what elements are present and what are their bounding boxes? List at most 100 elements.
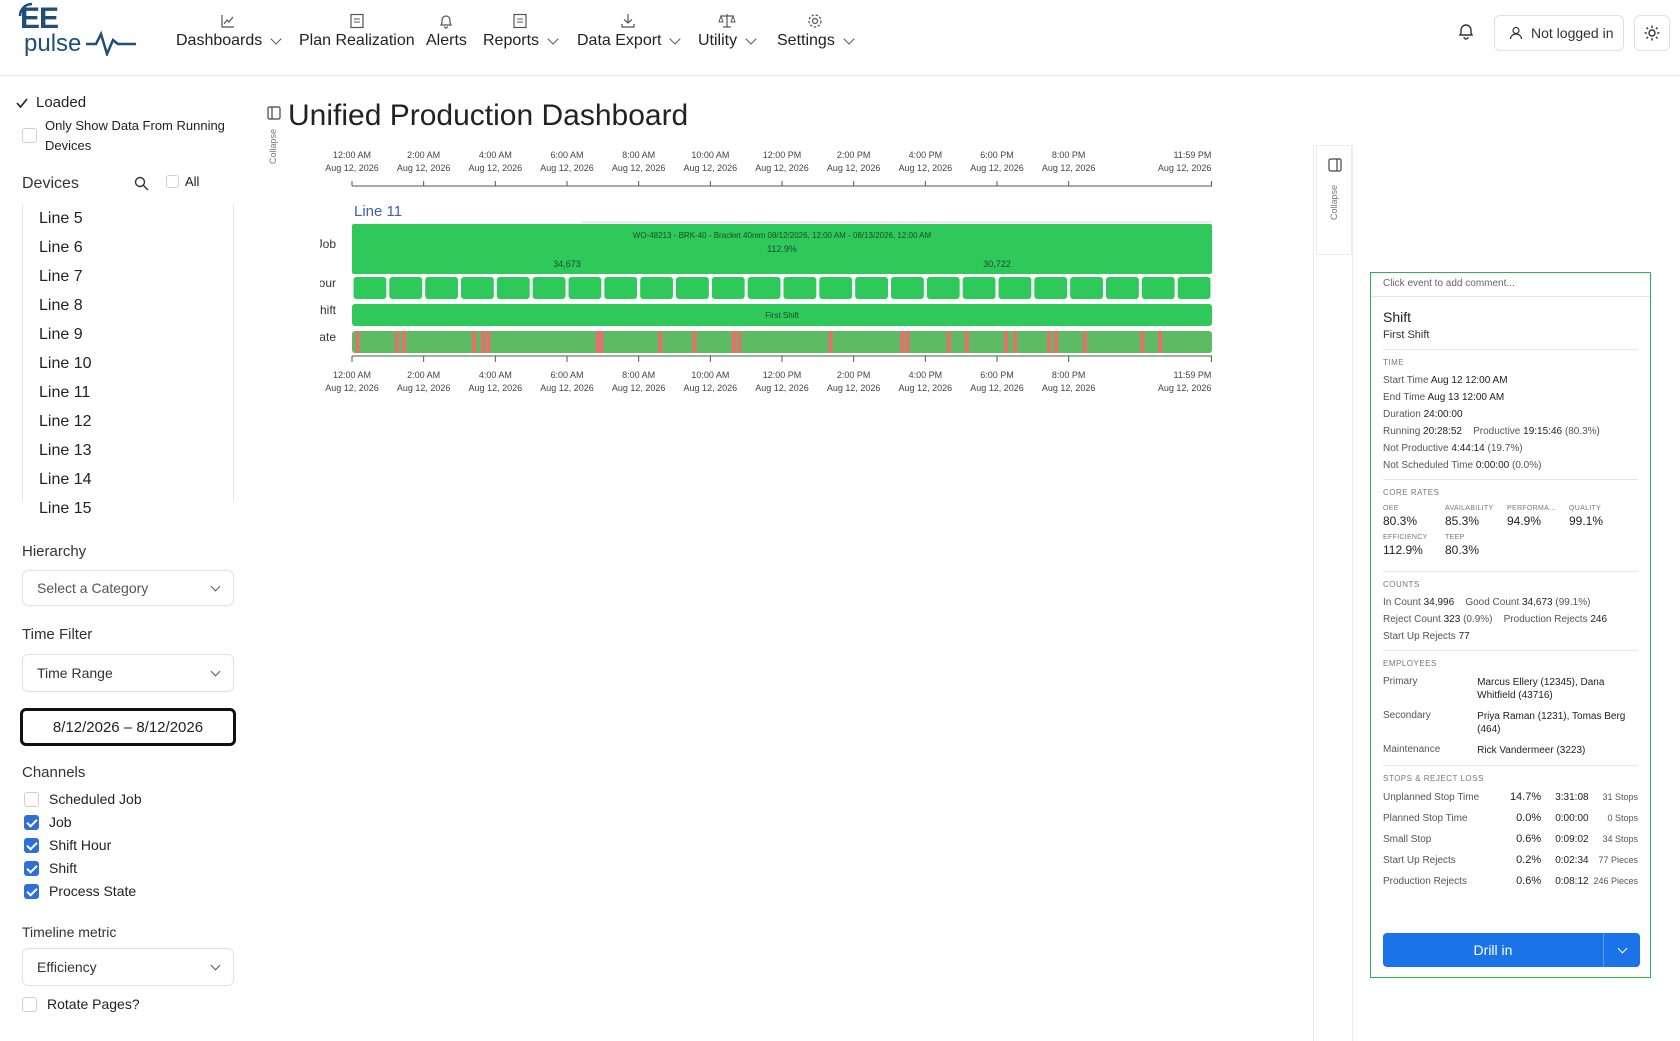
stop-row: Production Rejects 0.6% 0:08:12 246 Pieces <box>1383 875 1638 887</box>
axis-tick-date: Aug 12, 2026 <box>540 383 594 393</box>
device-item[interactable]: Line 5 <box>23 204 233 233</box>
chevron-down-icon <box>669 33 682 45</box>
collapse-sidebar-button[interactable]: Collapse <box>267 106 283 166</box>
scale-icon <box>717 14 736 28</box>
nav-utility[interactable]: Utility <box>698 10 757 54</box>
chevron-down-icon <box>1617 943 1627 953</box>
channel-item[interactable]: Shift <box>24 860 77 876</box>
employee-role: Primary <box>1383 676 1418 687</box>
axis-tick-date: Aug 12, 2026 <box>684 163 738 173</box>
panel-divider <box>1313 145 1314 1041</box>
state-stop-segment <box>1004 331 1009 353</box>
rate-item: PERFORMA... 94.9% <box>1507 505 1569 528</box>
download-icon <box>621 14 635 28</box>
channel-item[interactable]: Scheduled Job <box>24 791 142 807</box>
nav-dashboards[interactable]: Dashboards <box>176 10 282 54</box>
hour-block <box>568 277 602 299</box>
state-stop-segment <box>355 331 360 353</box>
hierarchy-select[interactable]: Select a Category <box>22 570 234 606</box>
select-all-devices[interactable]: All <box>166 174 199 189</box>
comment-input[interactable]: Click event to add comment... <box>1371 273 1650 297</box>
state-stop-segment <box>595 331 600 353</box>
nav-utility-label: Utility <box>698 32 738 49</box>
device-item[interactable]: Line 11 <box>23 378 233 407</box>
login-button[interactable]: Not logged in <box>1494 15 1624 51</box>
device-item[interactable]: Line 10 <box>23 349 233 378</box>
time-filter-value: Time Range <box>37 665 113 681</box>
channel-checkbox[interactable] <box>24 814 39 830</box>
login-label: Not logged in <box>1531 25 1614 41</box>
channel-item[interactable]: Shift Hour <box>24 837 111 853</box>
device-item[interactable]: Line 14 <box>23 465 233 494</box>
chevron-down-icon <box>270 33 282 45</box>
channel-checkbox[interactable] <box>24 791 39 807</box>
rate-label: AVAILABILITY <box>1445 505 1494 512</box>
running-devices-toggle[interactable]: Only Show Data From Running Devices <box>22 116 242 156</box>
device-item[interactable]: Line 6 <box>23 233 233 262</box>
date-range-input[interactable]: 8/12/2026 – 8/12/2026 <box>20 708 236 746</box>
device-item[interactable]: Line 13 <box>23 436 233 465</box>
oee-pulse-logo[interactable]: EE pulse <box>18 2 136 58</box>
hour-block <box>496 277 530 299</box>
select-all-checkbox[interactable] <box>166 175 179 188</box>
bell-icon <box>440 15 453 29</box>
device-list: Line 5 Line 6 Line 7 Line 8 Line 9 Line 10 Lin… <box>22 204 234 517</box>
device-item[interactable]: Line 8 <box>23 291 233 320</box>
notifications-bell-icon[interactable] <box>1457 22 1475 45</box>
stop-count: 34 Stops <box>1602 834 1638 844</box>
device-item[interactable]: Line 7 <box>23 262 233 291</box>
stop-percent: 0.2% <box>1516 854 1542 866</box>
channel-item[interactable]: Process State <box>24 883 136 899</box>
hour-block <box>891 277 924 299</box>
event-details-panel: Click event to add comment... Shift Firs… <box>1370 272 1651 978</box>
device-item[interactable]: Line 9 <box>23 320 233 349</box>
axis-tick-time: 8:00 AM <box>622 370 655 380</box>
logo-pulse-text: pulse <box>24 30 82 57</box>
nav-reports[interactable]: Reports <box>483 10 559 54</box>
device-item[interactable]: Line 15 <box>23 494 233 523</box>
axis-tick-time: 4:00 PM <box>909 150 943 160</box>
chevron-down-icon <box>547 33 559 45</box>
sidebar-panel-icon <box>267 106 281 120</box>
axis-tick-time: 4:00 AM <box>479 150 512 160</box>
counts-caption: COUNTS <box>1383 580 1420 589</box>
axis-tick-date: Aug 12, 2026 <box>1042 383 1096 393</box>
axis-tick-time: 4:00 PM <box>909 370 943 380</box>
hour-block <box>532 277 566 299</box>
rotate-pages-checkbox[interactable] <box>22 996 37 1012</box>
running-devices-checkbox[interactable] <box>22 128 37 143</box>
theme-toggle-button[interactable] <box>1634 15 1670 51</box>
nav-settings[interactable]: Settings <box>777 10 855 54</box>
nav-data-export[interactable]: Data Export <box>577 10 682 54</box>
stop-name: Small Stop <box>1383 834 1432 845</box>
channel-checkbox[interactable] <box>24 860 39 876</box>
chevron-down-icon <box>210 666 221 676</box>
production-timeline-chart[interactable]: 12:00 AM Aug 12, 2026 2:00 AM Aug 12, 2026 4… <box>320 150 1310 430</box>
nav-alerts[interactable]: Alerts <box>426 10 467 54</box>
device-item[interactable]: Line 12 <box>23 407 233 436</box>
channel-item[interactable]: Job <box>24 814 72 830</box>
drill-in-dropdown-button[interactable] <box>1604 933 1640 967</box>
job-efficiency: 112.9% <box>767 244 797 254</box>
axis-tick-date: Aug 12, 2026 <box>397 383 451 393</box>
stop-percent: 14.7% <box>1509 791 1542 803</box>
rate-label: EFFICIENCY <box>1383 534 1428 541</box>
hour-block <box>819 277 853 299</box>
nav-plan-realization[interactable]: Plan Realization <box>299 10 415 54</box>
drill-in-button[interactable]: Drill in <box>1383 933 1604 967</box>
channel-label: Scheduled Job <box>49 791 142 807</box>
timeline-metric-select[interactable]: Efficiency <box>22 948 234 986</box>
time-filter-select[interactable]: Time Range <box>22 654 234 692</box>
search-icon[interactable] <box>134 176 149 196</box>
loaded-status: Loaded <box>16 94 86 111</box>
collapse-details-button[interactable]: Collapse <box>1316 145 1352 255</box>
rotate-pages-toggle[interactable]: Rotate Pages? <box>22 996 140 1012</box>
axis-tick-date: Aug 12, 2026 <box>755 163 809 173</box>
sidebar-panel-icon <box>1328 158 1342 172</box>
channel-checkbox[interactable] <box>24 883 39 899</box>
axis-tick-time: 12:00 PM <box>763 150 802 160</box>
hour-block <box>604 277 638 299</box>
nav-alerts-label: Alerts <box>426 32 467 49</box>
count-row: In Count 34,996 Good Count 34,673 (99.1%… <box>1383 597 1591 608</box>
channel-checkbox[interactable] <box>24 837 39 853</box>
